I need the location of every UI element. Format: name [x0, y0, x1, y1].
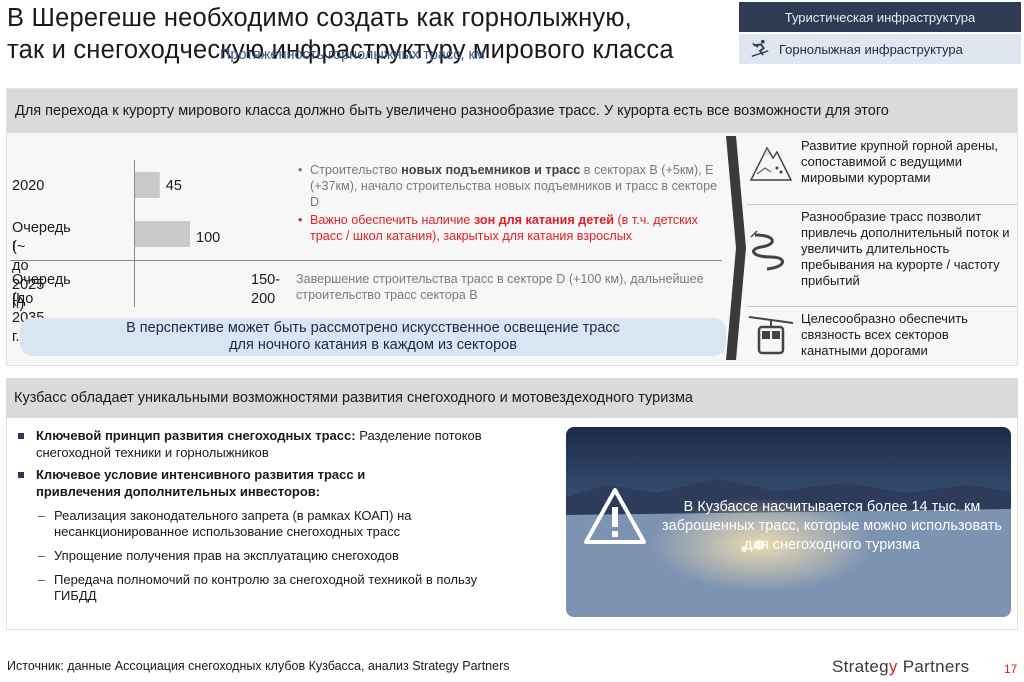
bullet-square-icon [18, 433, 24, 439]
benefit-item-variety: Разнообразие трасс позволит привлечь доп… [747, 209, 1017, 289]
bar-chart-svg [135, 172, 190, 247]
bar-value-label: 150- [251, 272, 281, 288]
source-note: Источник: данные Ассоциация снегоходных … [7, 659, 510, 673]
ski-bullets-bottom: Завершение строительства трасс в секторе… [296, 271, 726, 303]
ski-bullet-lifts: Строительство новых подъемников и трасс … [296, 162, 726, 210]
bullet-square-icon [18, 472, 24, 478]
perspective-line2: для ночного катания в каждом из секторов [229, 337, 517, 353]
benefit-variety-text: Разнообразие трасс позволит привлечь доп… [801, 209, 1010, 288]
perspective-line1: В перспективе может быть рассмотрено иск… [126, 320, 620, 336]
chart-bar [135, 221, 190, 247]
ski-bullets-top: Строительство новых подъемников и трасс … [296, 162, 726, 246]
cable-car-icon [748, 316, 794, 355]
ski-bullet-sector-d: Завершение строительства трасс в секторе… [296, 272, 704, 302]
chart-bar [135, 172, 160, 198]
brand-logo: Strategy Partners [832, 657, 970, 676]
winding-trail-icon [750, 230, 784, 271]
photo-caption: В Кузбассе насчитывается более 14 тыс. к… [662, 499, 1002, 553]
benefit-item-cable: Целесообразно обеспечить связность всех … [747, 311, 1017, 359]
chart-divider [10, 260, 722, 261]
condition-item-rights: Упрощение получения прав на эксплуатацию… [38, 548, 540, 564]
condition-item-law: Реализация законодательного запрета (в р… [38, 508, 500, 540]
chart-axis-line [134, 160, 135, 307]
chart-unit: км [464, 47, 485, 63]
subcategory-label: Горнолыжная инфраструктура [779, 41, 963, 57]
ski-bullet-children: Важно обеспечить наличие зон для катания… [296, 212, 726, 244]
condition-item-gibdd: Передача полномочий по контролю за снего… [38, 572, 500, 604]
subcategory-badge: Горнолыжная инфраструктура [739, 34, 1021, 64]
key-condition: Ключевое условие интенсивного развития т… [18, 466, 448, 500]
benefit-arena-text: Развитие крупной горной арены, сопостави… [801, 138, 999, 185]
benefit-cable-text: Целесообразно обеспечить связность всех … [801, 311, 968, 358]
snowmobile-panel-header-text: Кузбасс обладает уникальными возможностя… [14, 390, 693, 406]
benefit-item-arena: Развитие крупной горной арены, сопостави… [747, 138, 1017, 186]
warning-icon [584, 488, 646, 544]
bar-value-label: 200 [251, 291, 276, 307]
category-badge: Туристическая инфраструктура [739, 2, 1021, 32]
benefit-divider-2 [747, 306, 1017, 307]
mountain-icon [749, 146, 793, 181]
chevron-right-icon [726, 136, 746, 360]
page-number: 17 [1004, 662, 1018, 676]
benefit-divider-1 [747, 204, 1017, 205]
perspective-banner: В перспективе может быть рассмотрено иск… [20, 318, 726, 356]
key-principle: Ключевой принцип развития снегоходных тр… [18, 427, 538, 461]
category-label: Туристическая инфраструктура [784, 9, 976, 25]
skier-icon [751, 39, 769, 57]
snowmobile-panel-header: Кузбасс обладает уникальными возможностя… [6, 378, 1018, 418]
